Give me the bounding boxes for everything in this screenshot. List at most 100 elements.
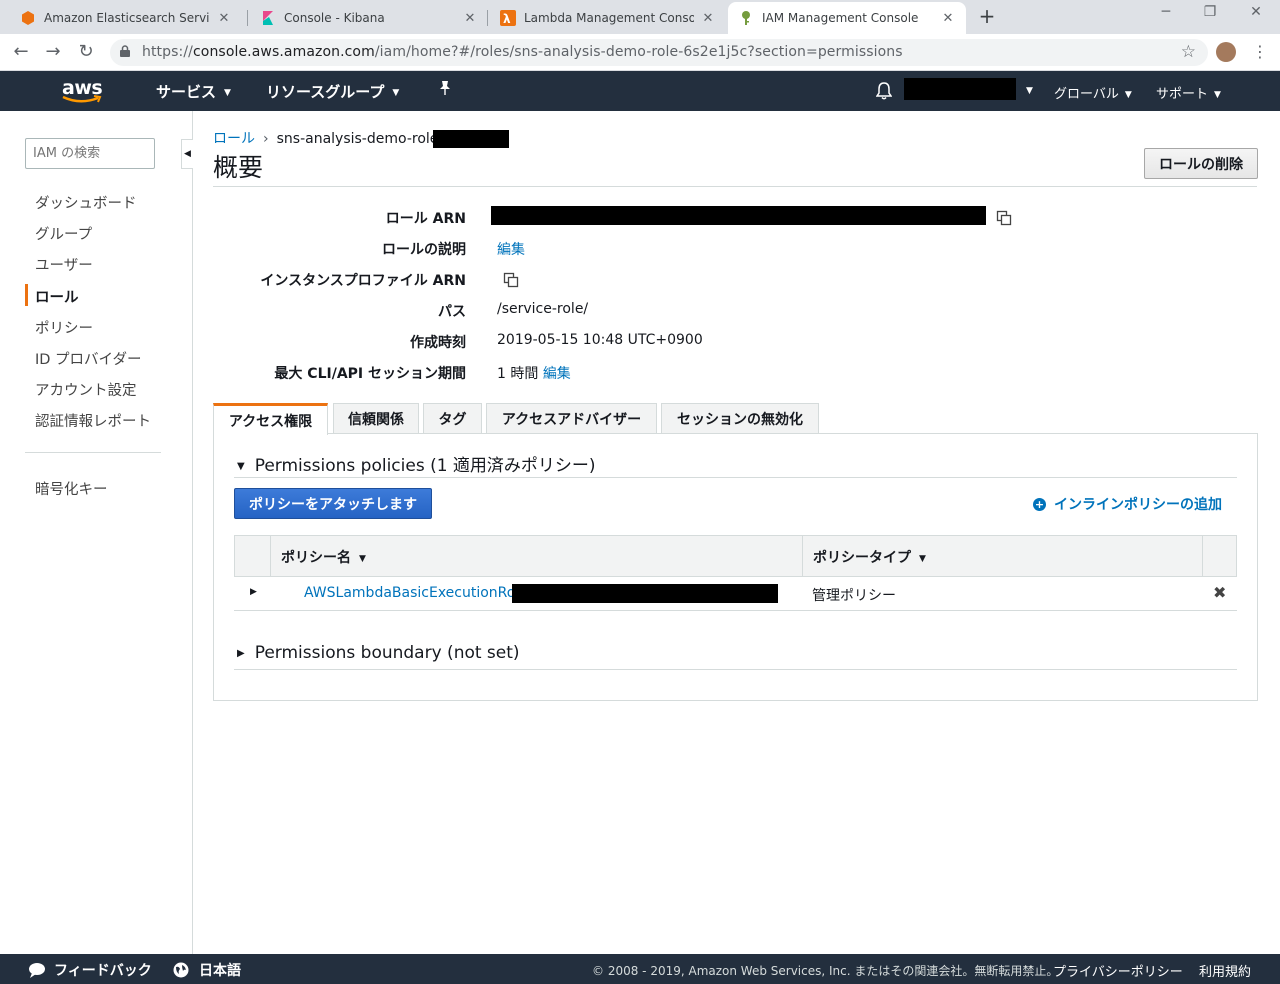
terms-link[interactable]: 利用規約 [1199,961,1251,980]
browser-tab[interactable]: Console - Kibana ✕ [250,2,488,34]
browser-tab[interactable]: Amazon Elasticsearch Service Ma ✕ [10,2,242,34]
column-policy-name[interactable]: ポリシー名 ▼ [270,536,802,576]
sort-down-icon: ▼ [359,554,366,564]
minimize-icon[interactable]: ─ [1154,4,1178,20]
delete-role-button[interactable]: ロールの削除 [1144,148,1258,179]
permissions-boundary-toggle[interactable]: ▶ Permissions boundary (not set) [237,643,520,663]
sidebar-item-groups[interactable]: グループ [35,223,92,244]
close-icon[interactable]: ✕ [462,11,478,26]
iam-icon [738,10,754,26]
chevron-down-icon[interactable]: ▼ [1020,83,1033,98]
restore-icon[interactable]: ❐ [1198,4,1222,20]
iam-search-input[interactable] [25,138,155,169]
policy-name-link[interactable]: AWSLambdaBasicExecutionRole- [304,585,533,601]
browser-tab[interactable]: λ Lambda Management Console ✕ [490,2,726,34]
edit-session-link[interactable]: 編集 [543,366,571,382]
close-icon[interactable]: ✕ [700,11,716,26]
caret-right-icon: ▶ [237,648,245,659]
copy-icon[interactable] [503,272,519,288]
back-icon[interactable]: ← [10,41,32,63]
new-tab-icon[interactable]: + [976,5,998,27]
instance-profile-arn-label: インスタンスプロファイル ARN [260,273,466,289]
sidebar-item-users[interactable]: ユーザー [35,254,93,275]
bookmark-star-icon[interactable]: ☆ [1181,42,1196,62]
browser-tab-bar: Amazon Elasticsearch Service Ma ✕ Consol… [0,0,1280,34]
role-arn-redacted [491,206,986,225]
path-value: /service-role/ [497,301,589,317]
region-menu[interactable]: グローバル ▼ [1054,83,1132,102]
table-header: ポリシー名 ▼ ポリシータイプ ▼ [234,535,1237,577]
chevron-down-icon: ▼ [1124,90,1132,100]
sidebar-item-policies[interactable]: ポリシー [35,317,93,338]
chevron-down-icon: ▼ [1214,90,1221,100]
remove-policy-icon[interactable]: ✖ [1213,583,1226,602]
tab-tags[interactable]: タグ [423,403,482,434]
menu-kebab-icon[interactable]: ⋮ [1252,42,1268,61]
avatar[interactable] [1216,42,1236,62]
resource-groups-menu[interactable]: リソースグループ ▼ [266,81,399,102]
max-session-label: 最大 CLI/API セッション期間 [274,366,466,382]
copyright: © 2008 - 2019, Amazon Web Services, Inc.… [592,964,1059,978]
kibana-icon [260,10,276,26]
sort-down-icon: ▼ [919,554,926,564]
chevron-down-icon: ▼ [392,88,400,98]
browser-tab-active[interactable]: IAM Management Console ✕ [728,2,966,34]
caret-down-icon: ▼ [237,461,245,472]
elasticsearch-icon [20,10,36,26]
sidebar-item-account-settings[interactable]: アカウント設定 [35,379,137,400]
collapse-sidebar-icon[interactable]: ◀ [181,139,193,169]
column-policy-type[interactable]: ポリシータイプ ▼ [802,536,1202,576]
lambda-icon: λ [500,10,516,26]
sidebar-item-roles[interactable]: ロール [35,286,79,307]
account-name-redacted[interactable] [904,78,1016,100]
window-close-icon[interactable]: ✕ [1244,4,1268,20]
close-icon[interactable]: ✕ [940,11,956,26]
divider [25,452,161,453]
tab-trust-relationships[interactable]: 信頼関係 [333,403,419,434]
services-menu[interactable]: サービス ▼ [156,81,231,102]
expand-row-icon[interactable]: ▶ [250,587,257,597]
support-menu[interactable]: サポート ▼ [1156,83,1221,102]
max-session-value: 1 時間 [497,366,539,382]
plus-circle-icon: + [1033,497,1046,511]
table-row: ▶ AWSLambdaBasicExecutionRole- 管理ポリシー ✖ [234,577,1237,611]
role-arn-label: ロール ARN [385,211,466,227]
attach-policy-button[interactable]: ポリシーをアタッチします [234,488,432,519]
sidebar-item-credential-report[interactable]: 認証情報レポート [35,410,151,431]
policy-suffix-redacted [512,584,778,603]
pin-icon[interactable] [438,80,452,100]
breadcrumb: ロール › sns-analysis-demo-role- [213,131,444,147]
permissions-policies-toggle[interactable]: ▼ Permissions policies (1 適用済みポリシー) [237,451,596,476]
privacy-policy-link[interactable]: プライバシーポリシー [1053,961,1183,980]
created-time-label: 作成時刻 [410,335,466,351]
role-description-label: ロールの説明 [382,242,466,258]
forward-icon[interactable]: → [42,41,64,63]
sidebar-item-dashboard[interactable]: ダッシュボード [35,192,137,213]
role-suffix-redacted [433,130,509,148]
aws-logo[interactable]: aws [60,75,104,107]
add-inline-policy-link[interactable]: + インラインポリシーの追加 [1033,494,1222,514]
close-icon[interactable]: ✕ [216,11,232,26]
speech-bubble-icon [29,963,45,978]
tab-permissions[interactable]: アクセス権限 [213,403,328,435]
tab-access-advisor[interactable]: アクセスアドバイザー [486,403,657,434]
path-label: パス [438,304,466,320]
breadcrumb-roles-link[interactable]: ロール [213,131,255,147]
edit-description-link[interactable]: 編集 [497,242,525,258]
active-indicator [25,284,28,306]
reload-icon[interactable]: ↻ [75,41,97,63]
language-selector[interactable]: 日本語 [173,960,241,980]
sidebar-item-encryption-keys[interactable]: 暗号化キー [35,478,108,499]
divider [234,669,1237,670]
tab-revoke-sessions[interactable]: セッションの無効化 [661,403,819,434]
copy-icon[interactable] [996,210,1012,226]
aws-top-nav: aws サービス ▼ リソースグループ ▼ ▼ グローバル ▼ サポート ▼ [0,71,1280,111]
created-time-value: 2019-05-15 10:48 UTC+0900 [497,332,703,348]
url-bar[interactable]: https://console.aws.amazon.com/iam/home?… [110,39,1208,66]
chevron-right-icon: › [263,131,269,147]
bell-icon[interactable] [875,82,893,104]
sidebar-item-identity-providers[interactable]: ID プロバイダー [35,348,141,369]
chevron-down-icon: ▼ [224,88,231,98]
feedback-link[interactable]: フィードバック [28,960,152,980]
column-actions [1202,536,1236,576]
